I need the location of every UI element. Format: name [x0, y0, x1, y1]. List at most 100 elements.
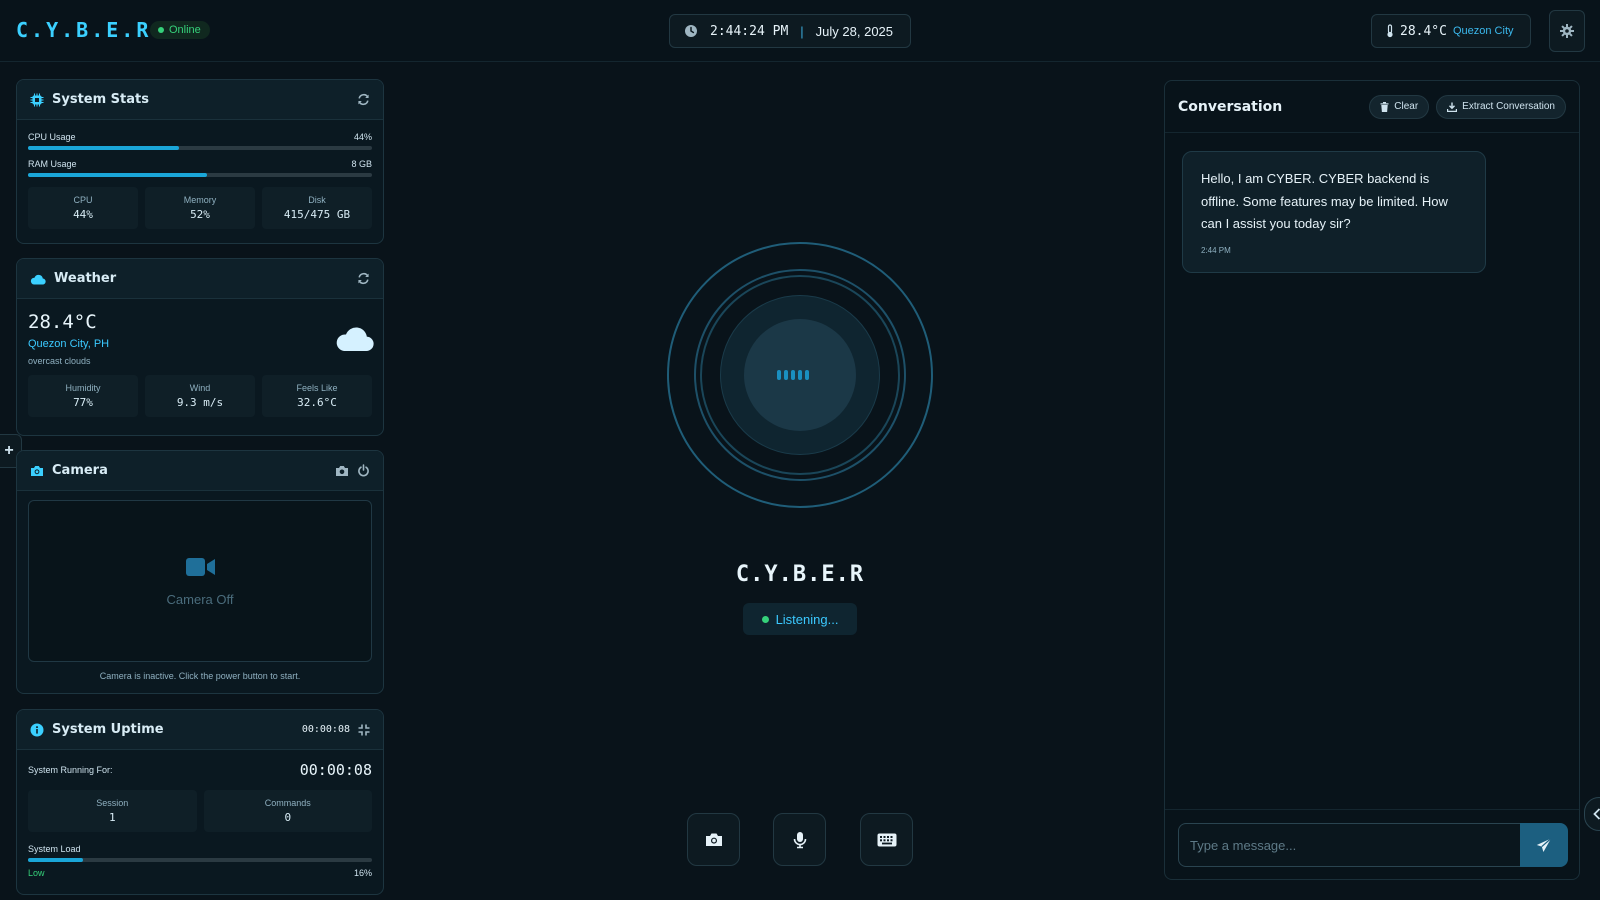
weather-header: Weather	[17, 259, 383, 299]
conversation-panel: Conversation Clear Extract Conversation …	[1164, 80, 1580, 880]
clock-date: July 28, 2025	[815, 23, 894, 39]
thermometer-icon	[1386, 24, 1394, 38]
listening-label: Listening...	[775, 611, 839, 627]
stat-tile-label: Memory	[183, 195, 217, 205]
keyboard-button[interactable]	[860, 813, 913, 866]
system-stats-panel: System Stats CPU Usage 44% RAM Usage 8 G…	[16, 79, 384, 244]
system-load-bar	[28, 858, 372, 862]
camera-capture-button[interactable]	[687, 813, 740, 866]
send-button[interactable]	[1520, 823, 1568, 867]
keyboard-icon	[877, 833, 897, 847]
camera-hint: Camera is inactive. Click the power butt…	[99, 671, 301, 681]
camera-icon	[30, 465, 44, 477]
system-load-row: System Load	[17, 844, 383, 854]
weather-current: 28.4°C Quezon City, PH overcast clouds	[17, 299, 383, 375]
clock-separator: |	[800, 23, 804, 39]
extract-conversation-button[interactable]: Extract Conversation	[1436, 94, 1566, 119]
header-city: Quezon City	[1452, 25, 1514, 37]
stat-tile-cpu: CPU 44%	[28, 187, 138, 229]
snapshot-camera-icon[interactable]	[335, 465, 349, 477]
weather-tile-value: 77%	[73, 396, 93, 409]
ram-usage-label: RAM Usage	[28, 159, 77, 169]
cpu-usage-fill	[28, 146, 180, 150]
audio-level-icon	[777, 370, 809, 380]
header-weather-chip: 28.4°C Quezon City	[1371, 14, 1531, 48]
settings-button[interactable]	[1549, 10, 1585, 52]
conversation-header: Conversation Clear Extract Conversation	[1165, 81, 1579, 133]
cpu-usage-row: CPU Usage 44%	[17, 132, 383, 142]
refresh-stats-icon[interactable]	[357, 93, 370, 106]
weather-tile-wind: Wind 9.3 m/s	[145, 375, 255, 417]
camera-icon	[705, 832, 723, 847]
camera-viewport: Camera Off	[28, 500, 372, 662]
trash-icon	[1380, 101, 1389, 112]
listening-status: Listening...	[743, 603, 857, 635]
weather-temp: 28.4°C	[28, 311, 97, 333]
system-load-value: 16%	[353, 868, 372, 878]
weather-tile-feels-like: Feels Like 32.6°C	[262, 375, 372, 417]
system-stats-header: System Stats	[17, 80, 383, 120]
stat-tile-label: CPU	[73, 195, 93, 205]
cloud-icon	[30, 273, 46, 285]
uptime-header: System Uptime 00:00:08	[17, 710, 383, 750]
weather-cloud-icon	[335, 324, 375, 352]
video-camera-icon	[186, 557, 216, 577]
status-dot-icon	[158, 27, 164, 33]
collapse-panel-button[interactable]	[1584, 797, 1600, 831]
stat-tile-label: Disk	[308, 195, 326, 205]
compress-icon[interactable]	[358, 724, 370, 736]
clear-button-label: Clear	[1394, 101, 1419, 112]
send-icon	[1536, 837, 1552, 853]
app-brand: C.Y.B.E.R	[16, 18, 152, 42]
power-icon[interactable]	[357, 464, 370, 477]
stat-tile-disk: Disk 415/475 GB	[262, 187, 372, 229]
microphone-icon	[793, 831, 807, 849]
assistant-message: Hello, I am CYBER. CYBER backend is offl…	[1182, 151, 1486, 273]
weather-tile-value: 9.3 m/s	[176, 396, 224, 409]
uptime-running-value: 00:00:08	[299, 761, 372, 779]
system-load-footer: Low 16%	[17, 868, 383, 878]
uptime-panel: System Uptime 00:00:08 System Running Fo…	[16, 709, 384, 895]
voice-orb[interactable]	[667, 242, 933, 508]
weather-title: Weather	[54, 271, 117, 286]
download-icon	[1447, 102, 1458, 112]
chevron-left-icon	[1593, 808, 1600, 820]
uptime-running-label: System Running For:	[28, 765, 113, 775]
header-temp: 28.4°C	[1400, 23, 1447, 39]
weather-panel: Weather 28.4°C Quezon City, PH overcast …	[16, 258, 384, 436]
cpu-chip-icon	[30, 93, 44, 107]
clock-icon	[684, 24, 698, 38]
extract-button-label: Extract Conversation	[1462, 101, 1555, 112]
uptime-tile-commands: Commands 0	[203, 790, 372, 832]
ram-usage-row: RAM Usage 8 GB	[17, 159, 383, 169]
conversation-title: Conversation	[1178, 98, 1283, 115]
system-load-fill	[28, 858, 84, 862]
uptime-header-time: 00:00:08	[301, 724, 350, 735]
message-time: 2:44 PM	[1201, 245, 1231, 255]
message-text: Hello, I am CYBER. CYBER backend is offl…	[1201, 171, 1448, 231]
message-input[interactable]	[1178, 823, 1520, 867]
clock-time: 2:44:24 PM	[710, 23, 789, 39]
weather-description: overcast clouds	[28, 356, 91, 366]
weather-tile-value: 32.6°C	[297, 396, 337, 409]
clock-display: 2:44:24 PM | July 28, 2025	[669, 14, 911, 48]
uptime-title: System Uptime	[52, 722, 164, 737]
uptime-tile-label: Session	[96, 798, 129, 808]
microphone-button[interactable]	[773, 813, 826, 866]
system-load-level: Low	[28, 868, 45, 878]
system-stats-tiles: CPU 44% Memory 52% Disk 415/475 GB	[17, 187, 383, 229]
conversation-divider	[1165, 809, 1579, 810]
top-bar: C.Y.B.E.R Online 2:44:24 PM | July 28, 2…	[0, 0, 1600, 62]
refresh-weather-icon[interactable]	[357, 272, 370, 285]
listening-dot-icon	[761, 615, 769, 623]
cpu-usage-value: 44%	[353, 132, 372, 142]
uptime-tile-value: 0	[284, 811, 292, 824]
ram-usage-bar	[28, 173, 372, 177]
uptime-tiles: Session 1 Commands 0	[17, 790, 383, 832]
camera-off-label: Camera Off	[166, 592, 234, 607]
uptime-tile-session: Session 1	[28, 790, 197, 832]
clear-button[interactable]: Clear	[1369, 94, 1430, 119]
status-badge-label: Online	[169, 24, 201, 36]
camera-title: Camera	[52, 463, 108, 478]
cpu-usage-label: CPU Usage	[28, 132, 76, 142]
